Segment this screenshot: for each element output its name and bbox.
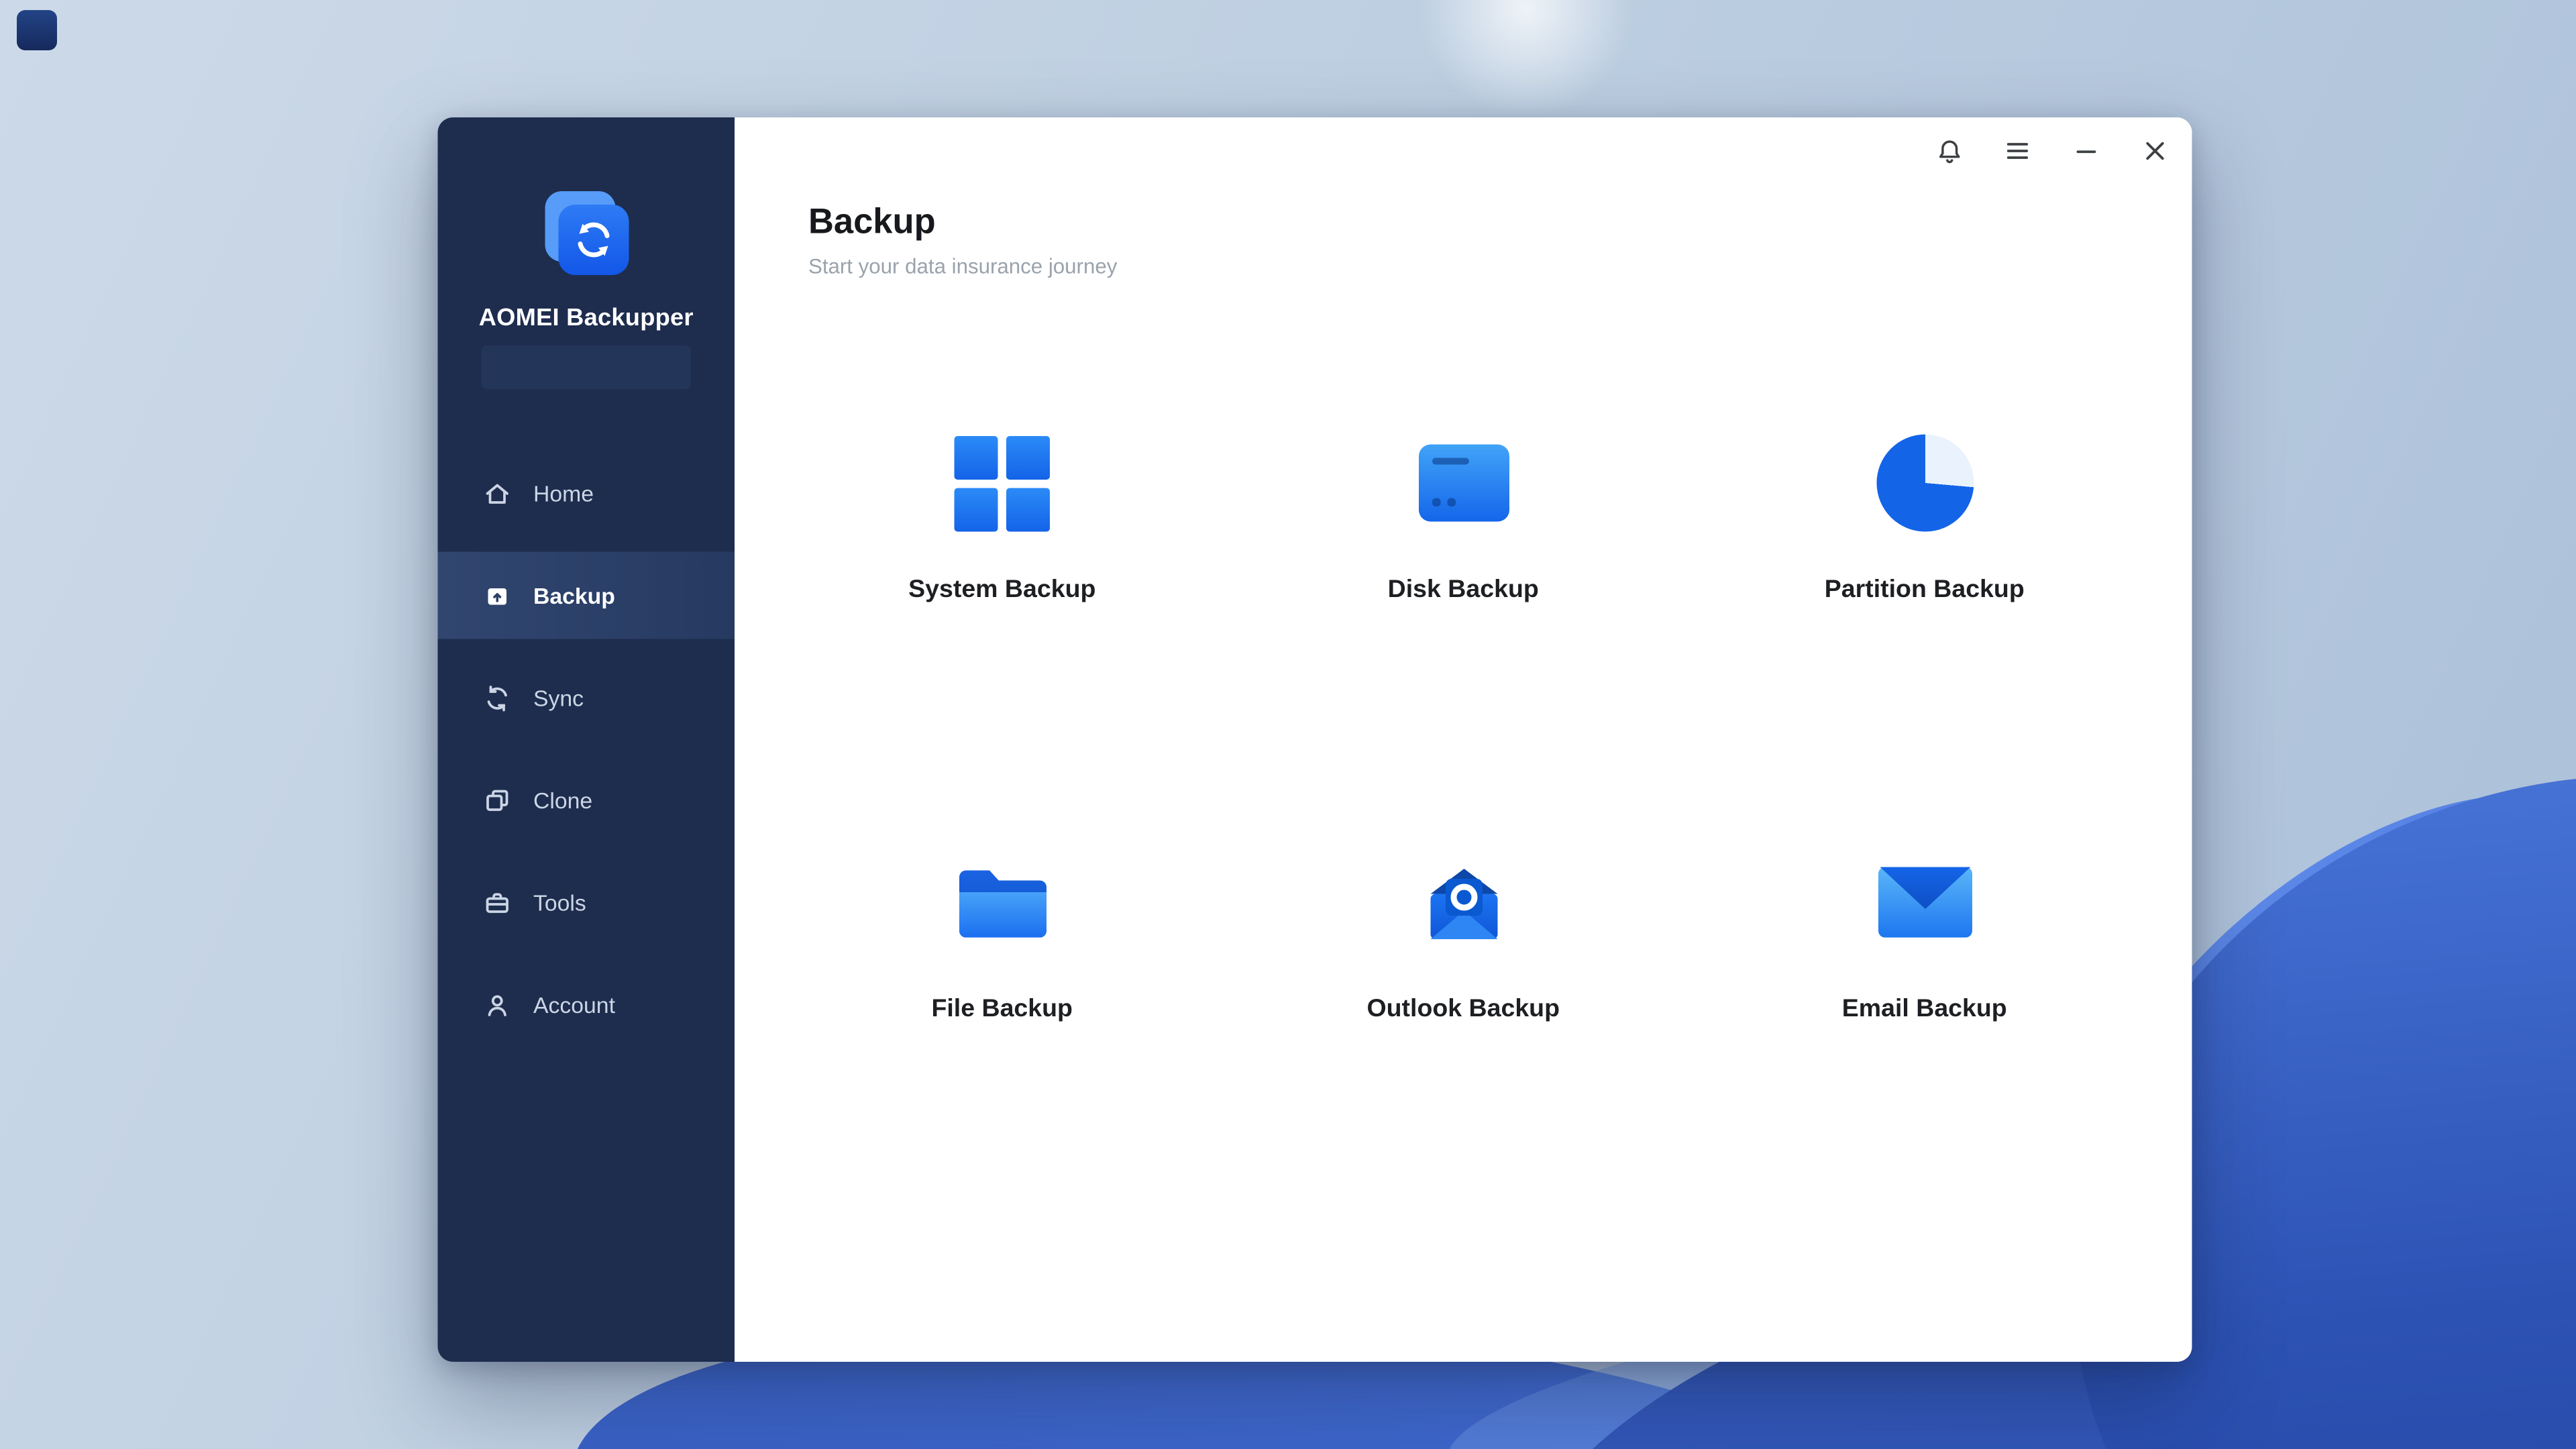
tile-file-backup[interactable]: File Backup (771, 854, 1233, 1024)
outlook-backup-icon (1415, 854, 1512, 951)
disk-backup-icon (1415, 435, 1512, 532)
titlebar-controls (1925, 127, 2179, 174)
sidebar-item-label: Sync (533, 685, 584, 710)
desktop-icon[interactable] (17, 10, 57, 50)
sidebar-item-sync[interactable]: Sync (438, 654, 735, 741)
tile-email-backup[interactable]: Email Backup (1694, 854, 2155, 1024)
file-backup-icon (953, 854, 1051, 951)
partition-backup-icon (1876, 434, 1974, 532)
main-panel: Backup Start your data insurance journey… (735, 117, 2192, 1362)
account-icon (483, 990, 512, 1019)
sidebar-item-label: Home (533, 480, 594, 506)
sync-icon (483, 684, 512, 712)
brand-banner (481, 345, 691, 389)
sidebar-item-label: Tools (533, 890, 586, 915)
sidebar-item-label: Clone (533, 787, 593, 813)
close-icon[interactable] (2132, 127, 2179, 174)
desktop: AOMEI Backupper Home Backup Sync Clone T… (0, 0, 2576, 1449)
tile-label: File Backup (931, 994, 1073, 1024)
minimize-icon[interactable] (2063, 127, 2110, 174)
menu-icon[interactable] (1994, 127, 2041, 174)
sidebar-item-label: Backup (533, 582, 615, 608)
tile-system-backup[interactable]: System Backup (771, 435, 1233, 604)
sidebar-nav: Home Backup Sync Clone Tools Account (437, 449, 735, 1063)
tile-label: Email Backup (1841, 994, 2007, 1024)
home-icon (483, 479, 512, 508)
tile-label: Outlook Backup (1366, 994, 1560, 1024)
sidebar-item-home[interactable]: Home (438, 449, 735, 537)
tile-label: Disk Backup (1387, 575, 1539, 604)
sidebar-item-tools[interactable]: Tools (438, 859, 735, 946)
bell-icon[interactable] (1925, 127, 1972, 174)
tile-outlook-backup[interactable]: Outlook Backup (1233, 854, 1695, 1024)
clone-icon (483, 786, 512, 814)
app-logo (544, 191, 629, 275)
page-subtitle: Start your data insurance journey (808, 255, 1118, 278)
tile-partition-backup[interactable]: Partition Backup (1694, 434, 2155, 604)
sidebar-item-label: Account (533, 991, 615, 1018)
page-title: Backup (808, 203, 936, 242)
tiles-row-2: File Backup Outlook Backup Email Backup (771, 854, 2155, 1024)
email-backup-icon (1876, 854, 1973, 951)
brand-name: AOMEI Backupper (478, 305, 694, 332)
system-backup-icon (953, 435, 1051, 532)
page-header: Backup Start your data insurance journey (808, 201, 1118, 279)
tiles-row-1: System Backup Disk Backup Partition Back… (771, 434, 2155, 604)
sidebar-item-backup[interactable]: Backup (437, 551, 735, 639)
backup-icon (483, 581, 512, 610)
sidebar-item-account[interactable]: Account (438, 961, 735, 1049)
tile-disk-backup[interactable]: Disk Backup (1233, 435, 1695, 604)
aomei-backupper-window: AOMEI Backupper Home Backup Sync Clone T… (437, 117, 2192, 1362)
tile-label: Partition Backup (1824, 575, 2025, 604)
tools-icon (483, 888, 512, 917)
sidebar-item-clone[interactable]: Clone (438, 757, 735, 844)
sidebar: AOMEI Backupper Home Backup Sync Clone T… (437, 117, 735, 1362)
logo-sync-icon (557, 205, 629, 275)
bloom-highlight (1417, 0, 1635, 117)
tile-label: System Backup (908, 575, 1096, 604)
